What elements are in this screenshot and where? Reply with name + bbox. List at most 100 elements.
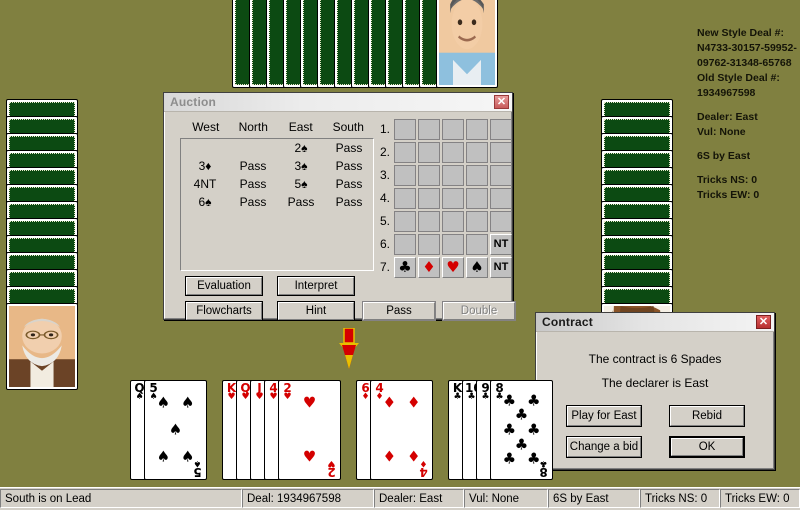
old-style-deal-label: Old Style Deal #: xyxy=(697,72,780,84)
bid-cell xyxy=(394,118,416,140)
avatar xyxy=(439,0,495,85)
auction-bid-row: 4NT Pass 5♠ Pass xyxy=(181,175,373,193)
bid-cell xyxy=(394,233,416,255)
south-card[interactable]: 2 ♥ ♥ ♥ 2 ♥ xyxy=(278,380,341,480)
bid-cell xyxy=(394,164,416,186)
bid-level-label: 7. xyxy=(379,260,390,274)
contract-statement: The contract is 6 Spades xyxy=(588,352,722,366)
bid-cell xyxy=(418,233,440,255)
player-portrait-card xyxy=(6,303,78,390)
bid-cell[interactable]: ♣ xyxy=(394,256,416,278)
auction-bid-cell: Pass xyxy=(335,195,363,209)
auction-bid-cell: Pass xyxy=(335,159,363,173)
auction-header-east: East xyxy=(288,120,313,134)
avatar xyxy=(9,306,75,387)
auction-bid-cell: 2♠ xyxy=(294,141,308,155)
contract-titlebar[interactable]: Contract ✕ xyxy=(536,313,774,332)
bid-cell xyxy=(466,233,488,255)
south-card[interactable]: 5 ♠ ♠ ♠ ♠ ♠ ♠ 5 ♠ xyxy=(144,380,207,480)
bid-level-label: 3. xyxy=(379,168,390,182)
bid-cell[interactable]: ♥ xyxy=(442,256,464,278)
interpret-button[interactable]: Interpret xyxy=(277,276,355,296)
flowcharts-button[interactable]: Flowcharts xyxy=(185,301,263,321)
close-icon[interactable]: ✕ xyxy=(494,95,509,109)
info-tricks-ns: Tricks NS: 0 xyxy=(697,174,758,186)
south-card[interactable]: 8 ♣ ♣ ♣ ♣ ♣ ♣ ♣ ♣ ♣ 8 ♣ xyxy=(490,380,553,480)
auction-bid-cell: Pass xyxy=(335,141,363,155)
bid-cell xyxy=(394,210,416,232)
bid-grid-row: 3. xyxy=(376,164,514,186)
player-portrait-card xyxy=(436,0,498,88)
new-style-deal-label: New Style Deal #: xyxy=(697,27,784,39)
auction-bid-cell: 6♠ xyxy=(198,195,212,209)
play-for-east-button[interactable]: Play for East xyxy=(566,405,642,427)
bid-cell[interactable]: NT xyxy=(490,233,512,255)
auction-bid-row: 3♦ Pass 3♠ Pass xyxy=(181,157,373,175)
bid-cell xyxy=(490,210,512,232)
bid-cell[interactable]: NT xyxy=(490,256,512,278)
bid-cell xyxy=(442,141,464,163)
bid-cell[interactable]: ♠ xyxy=(466,256,488,278)
status-message: South is on Lead xyxy=(0,489,242,508)
ok-button[interactable]: OK xyxy=(669,436,745,458)
auction-bid-history: 2♠ Pass 3♦ Pass 3♠ Pass 4NT Pass 5♠ Pass 6♠ Pass Pas… xyxy=(180,138,374,271)
auction-header-west: West xyxy=(192,120,220,134)
status-vul: Vul: None xyxy=(464,489,548,508)
bid-cell[interactable]: ♦ xyxy=(418,256,440,278)
bid-cell xyxy=(490,164,512,186)
bid-cell xyxy=(442,210,464,232)
bid-level-label: 1. xyxy=(379,122,390,136)
info-spacer-3 xyxy=(697,164,800,173)
deal-info-panel: New Style Deal #: N4733-30157-59952- 097… xyxy=(697,26,800,203)
bid-cell xyxy=(442,233,464,255)
bid-cell xyxy=(418,210,440,232)
evaluation-button[interactable]: Evaluation xyxy=(185,276,263,296)
auction-bid-cell: Pass xyxy=(287,195,315,209)
auction-bid-cell: 5♠ xyxy=(294,177,308,191)
bid-cell xyxy=(418,187,440,209)
change-a-bid-button[interactable]: Change a bid xyxy=(566,436,642,458)
bid-cell xyxy=(466,187,488,209)
status-deal: Deal: 1934967598 xyxy=(242,489,374,508)
bid-cell xyxy=(466,164,488,186)
auction-bid-cell: Pass xyxy=(335,177,363,191)
pass-button[interactable]: Pass xyxy=(362,301,436,321)
bid-selection-grid[interactable]: 1. 2. 3. 4. 5. 6. NT 7. ♣ ♦ ♥ ♠ NT xyxy=(376,118,514,279)
auction-bid-row: 2♠ Pass xyxy=(181,139,373,157)
declarer-statement: The declarer is East xyxy=(601,376,709,390)
auction-dialog[interactable]: Auction ✕ West North East South 2♠ Pass 3♦ Pas… xyxy=(163,92,516,321)
auction-titlebar[interactable]: Auction ✕ xyxy=(164,93,512,112)
info-spacer-2 xyxy=(697,140,800,149)
info-vulnerability: Vul: None xyxy=(697,126,746,138)
auction-bid-cell: 3♠ xyxy=(294,159,308,173)
status-dealer: Dealer: East xyxy=(374,489,464,508)
new-style-deal-line1: N4733-30157-59952- xyxy=(697,42,797,54)
status-contract: 6S by East xyxy=(548,489,640,508)
bid-cell xyxy=(490,187,512,209)
info-spacer-1 xyxy=(697,101,800,110)
auction-column-headers: West North East South xyxy=(182,120,372,134)
close-icon[interactable]: ✕ xyxy=(756,315,771,329)
bid-level-label: 2. xyxy=(379,145,390,159)
bid-cell xyxy=(442,187,464,209)
rebid-button[interactable]: Rebid xyxy=(669,405,745,427)
double-button: Double xyxy=(442,301,516,321)
bid-cell xyxy=(394,187,416,209)
bid-cell xyxy=(490,118,512,140)
auction-bid-cell: 3♦ xyxy=(198,159,212,173)
south-card[interactable]: 4 ♦ ♦ ♦ ♦ ♦ 4 ♦ xyxy=(370,380,433,480)
auction-title: Auction xyxy=(170,95,217,109)
bid-level-label: 5. xyxy=(379,214,390,228)
bid-grid-row: 5. xyxy=(376,210,514,232)
contract-dialog[interactable]: Contract ✕ The contract is 6 Spades The … xyxy=(535,312,775,470)
bid-grid-row: 2. xyxy=(376,141,514,163)
info-dealer: Dealer: East xyxy=(697,111,758,123)
hint-button[interactable]: Hint xyxy=(277,301,355,321)
bid-cell xyxy=(466,141,488,163)
lead-direction-arrow-icon xyxy=(337,327,361,372)
bid-grid-row: 4. xyxy=(376,187,514,209)
auction-bid-cell: Pass xyxy=(239,159,267,173)
bid-grid-row: 1. xyxy=(376,118,514,140)
auction-header-south: South xyxy=(332,120,364,134)
bid-cell xyxy=(466,210,488,232)
